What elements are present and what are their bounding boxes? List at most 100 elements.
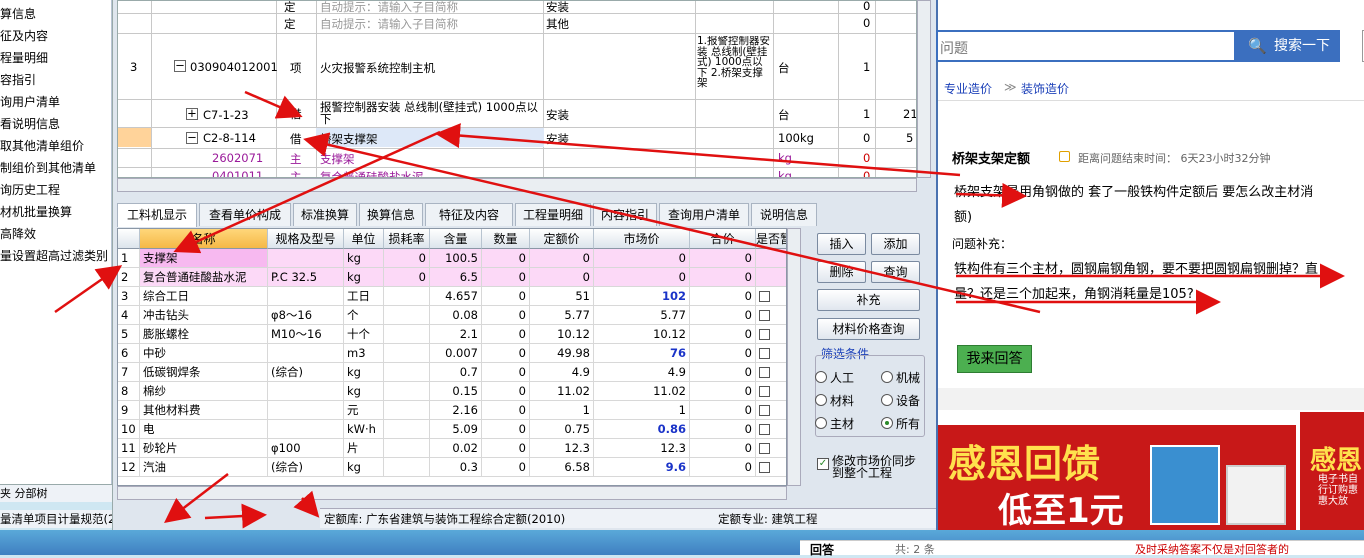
grid-cell-loss[interactable]	[384, 344, 430, 363]
grid-cell-loss[interactable]	[384, 439, 430, 458]
ad-banner-side[interactable]: 感恩 电子书自行订购惠惠大放	[1300, 412, 1364, 530]
grid-cell-loss[interactable]: 0	[384, 249, 430, 268]
grid-cell-unit[interactable]: 十个	[344, 325, 384, 344]
grid-cell-unit[interactable]: 工日	[344, 287, 384, 306]
grid-cell-spec[interactable]	[268, 382, 344, 401]
grid-cell-quota[interactable]: 0.75	[530, 420, 594, 439]
grid-cell-qty[interactable]: 0	[482, 458, 530, 477]
grid-cell-total[interactable]: 0	[690, 268, 756, 287]
col-header-loss[interactable]: 损耗率	[384, 229, 430, 249]
grid-cell-loss[interactable]	[384, 287, 430, 306]
grid-cell-name[interactable]: 低碳钢焊条	[140, 363, 268, 382]
temp-checkbox[interactable]	[759, 424, 770, 435]
grid-cell-loss[interactable]	[384, 382, 430, 401]
grid-cell-quota[interactable]: 5.77	[530, 306, 594, 325]
query-button[interactable]: 查询	[871, 261, 920, 283]
temp-checkbox[interactable]	[759, 462, 770, 473]
delete-button[interactable]: 删除	[817, 261, 866, 283]
grid-cell-spec[interactable]: M10～16	[268, 325, 344, 344]
grid-cell-market[interactable]: 12.3	[594, 439, 690, 458]
equipment-radio[interactable]	[881, 394, 893, 406]
grid-cell-content[interactable]: 0.02	[430, 439, 482, 458]
grid-cell-content[interactable]: 100.5	[430, 249, 482, 268]
grid-cell-spec[interactable]	[268, 287, 344, 306]
grid-cell-market[interactable]: 9.6	[594, 458, 690, 477]
tab-conversion-info[interactable]: 换算信息	[359, 203, 423, 226]
grid-cell-total[interactable]: 0	[690, 420, 756, 439]
grid-cell-content[interactable]: 0.08	[430, 306, 482, 325]
grid-cell-quota[interactable]: 49.98	[530, 344, 594, 363]
grid-cell-quota[interactable]: 12.3	[530, 439, 594, 458]
grid-cell-qty[interactable]: 0	[482, 344, 530, 363]
grid-cell-qty[interactable]: 0	[482, 439, 530, 458]
nav-item[interactable]: 制组价到其他清单	[0, 159, 96, 177]
grid-cell-total[interactable]: 0	[690, 249, 756, 268]
add-button[interactable]: 添加	[871, 233, 920, 255]
grid-cell-spec[interactable]: (综合)	[268, 363, 344, 382]
grid-cell-quota[interactable]: 0	[530, 249, 594, 268]
grid-cell-content[interactable]: 2.1	[430, 325, 482, 344]
grid-cell-total[interactable]: 0	[690, 382, 756, 401]
grid-cell-total[interactable]: 0	[690, 325, 756, 344]
grid-cell-market[interactable]: 102	[594, 287, 690, 306]
grid-cell-market[interactable]: 10.12	[594, 325, 690, 344]
grid-cell-qty[interactable]: 0	[482, 268, 530, 287]
col-header-spec[interactable]: 规格及型号	[268, 229, 344, 249]
grid-cell-quota[interactable]: 11.02	[530, 382, 594, 401]
nav-item[interactable]: 算信息	[0, 5, 36, 23]
grid-cell-market[interactable]: 0	[594, 249, 690, 268]
price-query-button[interactable]: 材料价格查询	[817, 318, 920, 340]
answer-button[interactable]: 我来回答	[957, 345, 1032, 373]
col-header-quota[interactable]: 定额价	[530, 229, 594, 249]
grid-cell-content[interactable]: 2.16	[430, 401, 482, 420]
grid-cell-name[interactable]: 其他材料费	[140, 401, 268, 420]
temp-checkbox[interactable]	[759, 367, 770, 378]
grid-cell-unit[interactable]: kg	[344, 249, 384, 268]
grid-cell-unit[interactable]: kg	[344, 363, 384, 382]
grid-cell-name[interactable]: 膨胀螺栓	[140, 325, 268, 344]
nav-item[interactable]: 高降效	[0, 225, 36, 243]
grid-cell-market[interactable]: 1	[594, 401, 690, 420]
breadcrumb-link[interactable]: 专业造价	[944, 80, 992, 97]
tab-quantity-detail[interactable]: 工程量明细	[515, 203, 591, 226]
grid-cell-qty[interactable]: 0	[482, 363, 530, 382]
grid-cell-unit[interactable]: 片	[344, 439, 384, 458]
grid-cell-name[interactable]: 棉纱	[140, 382, 268, 401]
grid-cell-loss[interactable]	[384, 420, 430, 439]
grid-cell-unit[interactable]: 元	[344, 401, 384, 420]
col-header-market[interactable]: 市场价	[594, 229, 690, 249]
temp-checkbox[interactable]	[759, 348, 770, 359]
horizontal-scrollbar[interactable]	[117, 486, 787, 500]
grid-cell-loss[interactable]	[384, 401, 430, 420]
insert-button[interactable]: 插入	[817, 233, 866, 255]
supplement-button[interactable]: 补充	[817, 289, 920, 311]
material-radio[interactable]	[815, 394, 827, 406]
labor-radio[interactable]	[815, 371, 827, 383]
grid-cell-total[interactable]: 0	[690, 458, 756, 477]
grid-cell-quota[interactable]: 1	[530, 401, 594, 420]
grid-cell-spec[interactable]	[268, 401, 344, 420]
grid-cell-qty[interactable]: 0	[482, 287, 530, 306]
col-header-total[interactable]: 合价	[690, 229, 756, 249]
temp-checkbox[interactable]	[759, 405, 770, 416]
grid-cell-qty[interactable]: 0	[482, 382, 530, 401]
grid-cell-name[interactable]: 砂轮片	[140, 439, 268, 458]
temp-checkbox[interactable]	[759, 443, 770, 454]
grid-cell-spec[interactable]: P.C 32.5	[268, 268, 344, 287]
grid-cell-qty[interactable]: 0	[482, 420, 530, 439]
grid-cell-content[interactable]: 5.09	[430, 420, 482, 439]
grid-cell-loss[interactable]	[384, 458, 430, 477]
machine-radio[interactable]	[881, 371, 893, 383]
grid-cell-quota[interactable]: 10.12	[530, 325, 594, 344]
grid-cell-qty[interactable]: 0	[482, 325, 530, 344]
temp-checkbox[interactable]	[759, 386, 770, 397]
nav-item[interactable]: 程量明细	[0, 49, 48, 67]
grid-cell-name[interactable]: 汽油	[140, 458, 268, 477]
grid-cell-quota[interactable]: 6.58	[530, 458, 594, 477]
grid-cell-total[interactable]: 0	[690, 439, 756, 458]
grid-cell-spec[interactable]: (综合)	[268, 458, 344, 477]
nav-item[interactable]: 取其他清单组价	[0, 137, 84, 155]
all-radio[interactable]	[881, 417, 893, 429]
vertical-scrollbar[interactable]	[917, 0, 931, 178]
nav-item[interactable]: 材机批量换算	[0, 203, 72, 221]
